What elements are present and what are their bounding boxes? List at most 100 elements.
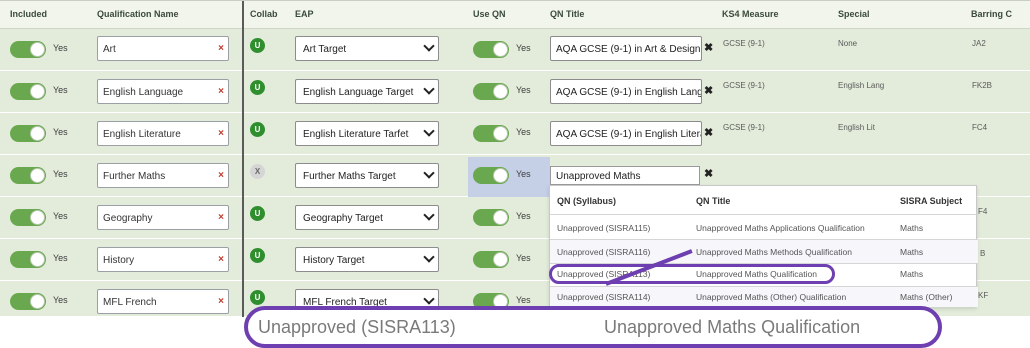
dropdown-header-title: QN Title [696,196,731,206]
dropdown-header-syllabus: QN (Syllabus) [557,196,617,206]
included-toggle[interactable] [10,251,46,268]
barring-value: B [980,249,986,258]
collab-status-icon: X [250,164,265,179]
qualification-name-value: Further Maths [103,171,166,182]
eap-select[interactable]: History Target [295,247,439,272]
eap-select[interactable]: English Literature Tarfet [295,121,439,146]
dropdown-option[interactable]: Unapproved (SISRA114) Unapproved Maths (… [550,287,978,307]
required-icon: × [218,170,224,181]
use-qn-yes-label: Yes [516,211,531,221]
special-value: English Lang [838,81,885,90]
qualification-name-input[interactable]: Art × [97,36,229,61]
included-toggle[interactable] [10,125,46,142]
included-yes-label: Yes [53,85,68,95]
option-title: Unapproved Maths Applications Qualificat… [696,223,865,233]
header-eap: EAP [295,9,314,19]
header-special: Special [838,9,870,19]
included-toggle[interactable] [10,83,46,100]
option-code: Unapproved (SISRA115) [557,223,651,233]
qualification-name-value: English Language [103,87,184,98]
chevron-down-icon [423,251,435,263]
clear-icon[interactable]: ✖ [704,41,713,54]
use-qn-yes-label: Yes [516,85,531,95]
included-yes-label: Yes [53,253,68,263]
dropdown-option[interactable]: Unapproved (SISRA115) Unapproved Maths A… [550,215,978,239]
use-qn-toggle[interactable] [473,83,509,100]
header-qualification-name: Qualification Name [97,9,179,19]
header-collab: Collab [250,9,278,19]
use-qn-toggle[interactable] [473,167,509,184]
chevron-down-icon [423,293,435,305]
included-toggle[interactable] [10,167,46,184]
clear-icon[interactable]: ✖ [704,167,713,180]
qualification-name-input[interactable]: History × [97,247,229,272]
eap-select-value: English Language Target [303,87,414,98]
included-toggle[interactable] [10,293,46,310]
use-qn-yes-label: Yes [516,253,531,263]
header-included: Included [10,9,48,19]
zoom-title: Unapproved Maths Qualification [604,317,861,337]
chevron-down-icon [423,83,435,95]
chevron-down-icon [423,209,435,221]
collab-status-icon: U [250,80,265,95]
dropdown-option[interactable]: Unapproved (SISRA116) Unapproved Maths M… [550,240,978,263]
use-qn-yes-label: Yes [516,127,531,137]
eap-select[interactable]: Art Target [295,36,439,61]
eap-select[interactable]: Geography Target [295,205,439,230]
qualification-name-value: Geography [103,213,153,224]
header-ks4-measure: KS4 Measure [722,9,779,19]
eap-select-value: Art Target [303,44,347,55]
qn-search-input[interactable]: Unapproved Maths [550,166,700,185]
required-icon: × [218,43,224,54]
use-qn-toggle[interactable] [473,125,509,142]
option-subject: Maths [900,223,924,233]
qualification-name-input[interactable]: MFL French × [97,289,229,314]
included-yes-label: Yes [53,169,68,179]
included-toggle[interactable] [10,209,46,226]
option-code: Unapproved (SISRA116) [557,247,651,257]
option-title: Unapproved Maths (Other) Qualification [696,292,847,302]
highlight-ring [549,264,835,284]
use-qn-yes-label: Yes [516,169,531,179]
ks4-measure-value: GCSE (9-1) [723,39,765,48]
use-qn-toggle[interactable] [473,209,509,226]
clear-icon[interactable]: ✖ [704,84,713,97]
header-barring: Barring C [971,9,1013,19]
required-icon: × [218,86,224,97]
clear-icon[interactable]: ✖ [704,126,713,139]
use-qn-toggle[interactable] [473,41,509,58]
qn-title-input[interactable]: AQA GCSE (9-1) in English Literature [550,121,702,146]
use-qn-yes-label: Yes [516,295,531,305]
option-title: Unapproved Maths Methods Qualification [696,247,852,257]
zoom-code: Unapproved (SISRA113) [258,317,456,337]
qualification-name-input[interactable]: English Literature × [97,121,229,146]
qn-dropdown: QN (Syllabus) QN Title SISRA Subject Una… [549,185,978,307]
qn-title-input[interactable]: AQA GCSE (9-1) in Art & Design [550,36,702,61]
qn-title-value: AQA GCSE (9-1) in English Literature [556,129,701,140]
header-use-qn: Use QN [473,9,506,19]
eap-select[interactable]: Further Maths Target [295,163,439,188]
table-row: Yes English Language × U English Languag… [0,71,1030,113]
qualification-name-input[interactable]: Further Maths × [97,163,229,188]
collab-status-icon: U [250,248,265,263]
required-icon: × [218,212,224,223]
barring-value: FC4 [972,123,988,132]
qualification-name-input[interactable]: English Language × [97,79,229,104]
barring-value: JA2 [972,39,986,48]
included-yes-label: Yes [53,43,68,53]
dropdown-header-subject: SISRA Subject [900,196,963,206]
use-qn-toggle[interactable] [473,251,509,268]
included-toggle[interactable] [10,41,46,58]
special-value: English Lit [838,123,875,132]
eap-select[interactable]: English Language Target [295,79,439,104]
ks4-measure-value: GCSE (9-1) [723,81,765,90]
eap-select-value: History Target [303,255,365,266]
included-yes-label: Yes [53,127,68,137]
qualification-name-input[interactable]: Geography × [97,205,229,230]
collab-status-icon: U [250,290,265,305]
qn-title-input[interactable]: AQA GCSE (9-1) in English Language [550,79,702,104]
qn-search-value: Unapproved Maths [556,171,641,182]
chevron-down-icon [423,167,435,179]
eap-select-value: Geography Target [303,213,383,224]
qualification-name-value: History [103,255,135,266]
